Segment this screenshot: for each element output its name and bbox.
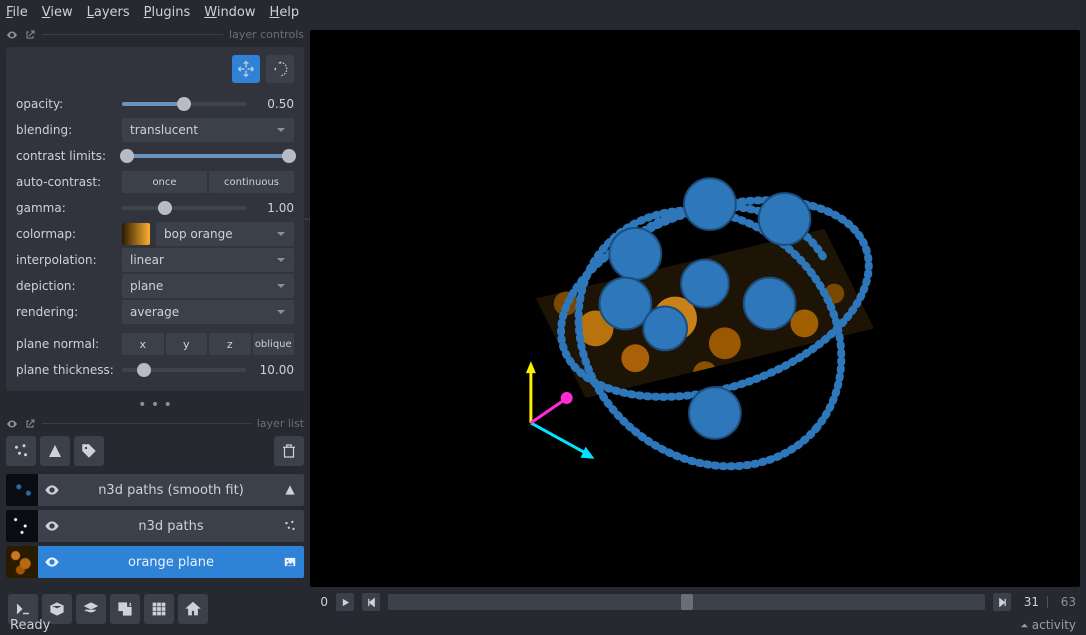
rendering-dropdown[interactable]: average bbox=[122, 300, 294, 324]
chevron-up-icon bbox=[1020, 621, 1029, 630]
chevron-down-icon bbox=[276, 307, 286, 317]
plane-thickness-slider[interactable] bbox=[122, 368, 246, 372]
new-points-layer-button[interactable] bbox=[6, 436, 36, 466]
dim-slider-row: 0 31 63 bbox=[310, 587, 1080, 615]
layer-name: n3d paths (smooth fit) bbox=[66, 483, 276, 498]
new-labels-layer-button[interactable] bbox=[74, 436, 104, 466]
layer-item[interactable]: n3d paths (smooth fit) bbox=[6, 474, 304, 506]
blending-dropdown[interactable]: translucent bbox=[122, 118, 294, 142]
gamma-label: gamma: bbox=[16, 201, 116, 215]
layer-visibility-toggle[interactable] bbox=[38, 518, 66, 534]
layer-item[interactable]: orange plane bbox=[6, 546, 304, 578]
layer-type-shapes-icon bbox=[276, 483, 304, 497]
new-shapes-layer-button[interactable] bbox=[40, 436, 70, 466]
menu-layers[interactable]: Layers bbox=[87, 5, 130, 20]
chevron-down-icon bbox=[276, 229, 286, 239]
depiction-label: depiction: bbox=[16, 279, 116, 293]
menu-window[interactable]: Window bbox=[204, 5, 255, 20]
menu-file[interactable]: File bbox=[6, 5, 28, 20]
menu-plugins[interactable]: Plugins bbox=[144, 5, 191, 20]
reset-view-button[interactable] bbox=[178, 594, 208, 624]
layer-visibility-toggle[interactable] bbox=[38, 554, 66, 570]
panel-resize-handle-icon[interactable]: • • • bbox=[6, 397, 304, 411]
dim-max-value: 63 bbox=[1056, 595, 1076, 609]
viewer-area: 0 31 63 bbox=[310, 24, 1086, 615]
layer-thumbnail bbox=[6, 510, 38, 542]
plane-normal-label: plane normal: bbox=[16, 337, 116, 351]
layer-controls-title: layer controls bbox=[229, 28, 304, 41]
contrast-limits-label: contrast limits: bbox=[16, 149, 116, 163]
layer-list: n3d paths (smooth fit) n3d paths orange … bbox=[6, 474, 304, 578]
gamma-slider[interactable] bbox=[122, 206, 246, 210]
auto-contrast-label: auto-contrast: bbox=[16, 175, 116, 189]
dim-play-button[interactable] bbox=[336, 593, 354, 611]
canvas[interactable] bbox=[310, 30, 1080, 587]
menubar: File View Layers Plugins Window Help bbox=[0, 0, 1086, 24]
gamma-value: 1.00 bbox=[252, 201, 294, 215]
plane-normal-z-button[interactable]: z bbox=[209, 333, 251, 355]
colormap-dropdown[interactable]: bop orange bbox=[156, 222, 294, 246]
menu-view[interactable]: View bbox=[42, 5, 73, 20]
dim-axis-label: 0 bbox=[314, 595, 328, 609]
layer-name: n3d paths bbox=[66, 519, 276, 534]
roll-dims-button[interactable] bbox=[76, 594, 106, 624]
transform-tool-button[interactable] bbox=[266, 55, 294, 83]
activity-button[interactable]: activity bbox=[1020, 618, 1076, 632]
layer-thumbnail bbox=[6, 546, 38, 578]
layer-thumbnail bbox=[6, 474, 38, 506]
viewer-buttons bbox=[6, 590, 304, 628]
contrast-limits-slider[interactable] bbox=[122, 154, 294, 158]
transpose-dims-button[interactable] bbox=[110, 594, 140, 624]
dim-step-right-button[interactable] bbox=[993, 593, 1011, 611]
interpolation-dropdown[interactable]: linear bbox=[122, 248, 294, 272]
eye-icon[interactable] bbox=[6, 418, 18, 430]
auto-contrast-once-button[interactable]: once bbox=[122, 171, 207, 193]
left-sidebar: layer controls ⋮ opacity: 0.50 bl bbox=[0, 24, 310, 615]
eye-icon[interactable] bbox=[6, 29, 18, 41]
interpolation-label: interpolation: bbox=[16, 253, 116, 267]
grid-mode-button[interactable] bbox=[144, 594, 174, 624]
colormap-label: colormap: bbox=[16, 227, 116, 241]
layer-list-header: layer list bbox=[6, 417, 304, 430]
opacity-slider[interactable] bbox=[122, 102, 246, 106]
chevron-down-icon bbox=[276, 125, 286, 135]
rendering-label: rendering: bbox=[16, 305, 116, 319]
dim-current-value: 31 bbox=[1019, 595, 1039, 609]
plane-normal-y-button[interactable]: y bbox=[166, 333, 208, 355]
chevron-down-icon bbox=[276, 255, 286, 265]
chevron-down-icon bbox=[276, 281, 286, 291]
plane-normal-oblique-button[interactable]: oblique bbox=[253, 333, 295, 355]
layer-type-image-icon bbox=[276, 555, 304, 569]
plane-thickness-label: plane thickness: bbox=[16, 363, 116, 377]
layer-list-tools bbox=[6, 436, 304, 466]
pan-zoom-tool-button[interactable] bbox=[232, 55, 260, 83]
layer-visibility-toggle[interactable] bbox=[38, 482, 66, 498]
opacity-label: opacity: bbox=[16, 97, 116, 111]
layer-type-points-icon bbox=[276, 519, 304, 533]
menu-help[interactable]: Help bbox=[270, 5, 300, 20]
layer-list-title: layer list bbox=[257, 417, 304, 430]
plane-normal-x-button[interactable]: x bbox=[122, 333, 164, 355]
layer-name: orange plane bbox=[66, 555, 276, 570]
popout-icon[interactable] bbox=[24, 418, 36, 430]
depiction-dropdown[interactable]: plane bbox=[122, 274, 294, 298]
delete-layer-button[interactable] bbox=[274, 436, 304, 466]
plane-thickness-value: 10.00 bbox=[252, 363, 294, 377]
colormap-swatch bbox=[122, 223, 150, 245]
layer-item[interactable]: n3d paths bbox=[6, 510, 304, 542]
blending-label: blending: bbox=[16, 123, 116, 137]
layer-controls-header: layer controls bbox=[6, 28, 304, 41]
status-text: Ready bbox=[10, 618, 50, 633]
layer-controls-panel: ⋮ opacity: 0.50 blending: trans bbox=[6, 47, 304, 391]
dim-slider[interactable] bbox=[388, 594, 985, 610]
auto-contrast-continuous-button[interactable]: continuous bbox=[209, 171, 294, 193]
popout-icon[interactable] bbox=[24, 29, 36, 41]
scene-render bbox=[310, 30, 1080, 587]
dim-step-left-button[interactable] bbox=[362, 593, 380, 611]
opacity-value: 0.50 bbox=[252, 97, 294, 111]
